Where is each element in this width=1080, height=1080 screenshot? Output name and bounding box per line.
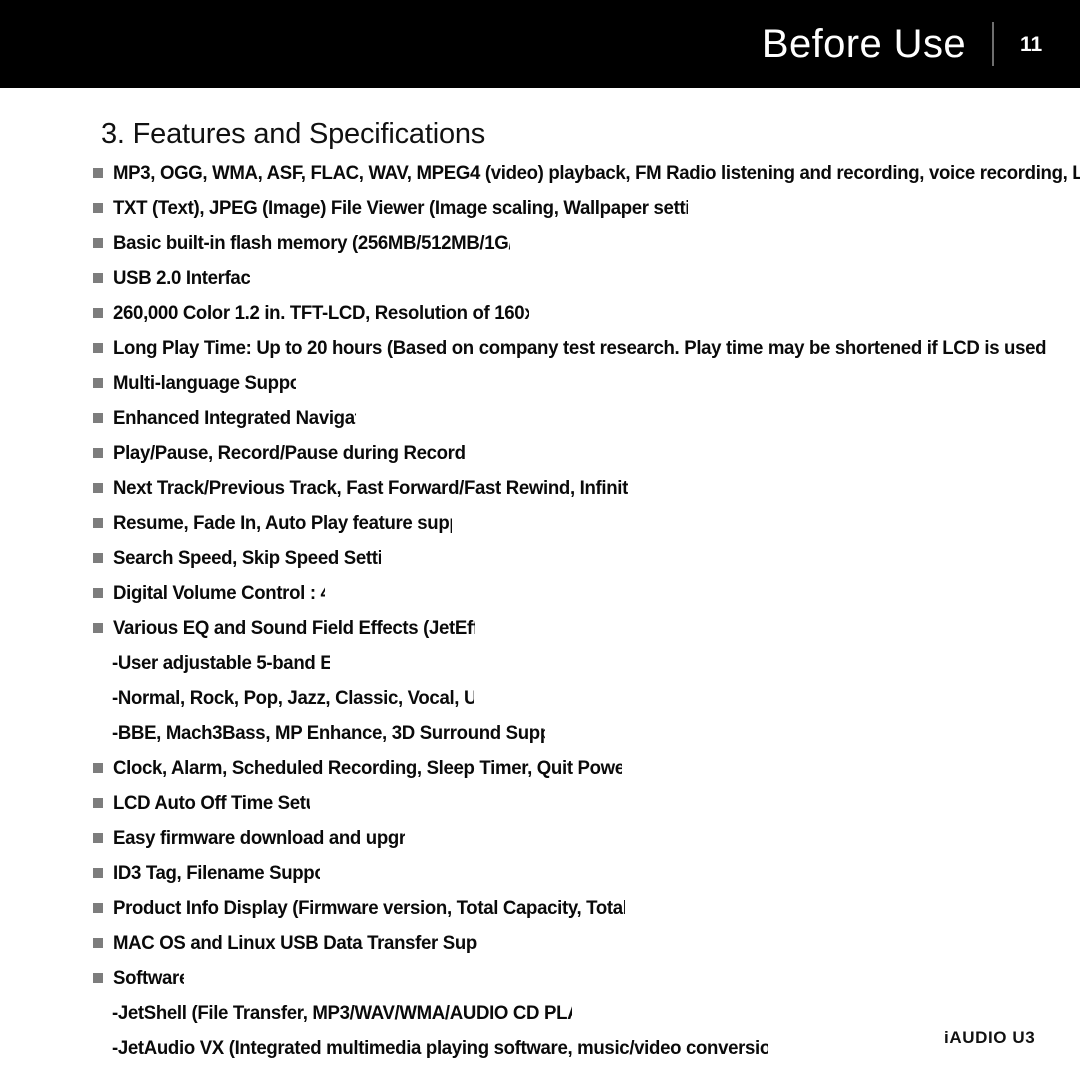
text-clip-region: TXT (Text), JPEG (Image) File Viewer (Im… [0,191,688,226]
footer-product-name: iAUDIO U3 [944,1028,1036,1047]
text-clip-region: Multi-language Support [0,366,296,401]
feature-list-item: MP3, OGG, WMA, ASF, FLAC, WAV, MPEG4 (vi… [0,156,1080,191]
feature-list-item-label: Product Info Display (Firmware version, … [113,897,625,919]
text-clip-region: -JetAudio VX (Integrated multimedia play… [0,1031,768,1066]
text-clip-region: Various EQ and Sound Field Effects (JetE… [0,611,475,646]
text-clip-region: Clock, Alarm, Scheduled Recording, Sleep… [0,751,622,786]
feature-list-item-label: Next Track/Previous Track, Fast Forward/… [113,477,628,499]
feature-list-item-label: MAC OS and Linux USB Data Transfer Suppo… [113,932,478,954]
feature-list-item-label: Play/Pause, Record/Pause during Record [113,442,466,464]
feature-sub-item: -BBE, Mach3Bass, MP Enhance, 3D Surround… [0,716,1080,751]
feature-list-item-label: LCD Auto Off Time Setup [113,792,310,814]
feature-list-item: Basic built-in flash memory (256MB/512MB… [0,226,1080,261]
page-number: 11 [1020,32,1043,56]
text-clip-region: -BBE, Mach3Bass, MP Enhance, 3D Surround… [0,716,545,751]
text-clip-region: Resume, Fade In, Auto Play feature suppo… [0,506,452,541]
feature-list-item: 260,000 Color 1.2 in. TFT-LCD, Resolutio… [0,296,1080,331]
feature-list-item: TXT (Text), JPEG (Image) File Viewer (Im… [0,191,1080,226]
feature-list-item-label: USB 2.0 Interface [113,267,250,289]
feature-list-item-label: Long Play Time: Up to 20 hours (Based on… [113,337,1047,359]
text-clip-region: Basic built-in flash memory (256MB/512MB… [0,226,510,261]
feature-list-item-label: Digital Volume Control : 40 levels [113,582,325,604]
text-clip-region: Enhanced Integrated Navigator [0,401,356,436]
feature-list-item: Various EQ and Sound Field Effects (JetE… [0,611,1080,646]
section-title: 3. Features and Specifications [101,118,486,150]
feature-list-item-label: TXT (Text), JPEG (Image) File Viewer (Im… [113,197,688,219]
text-clip-region: Long Play Time: Up to 20 hours (Based on… [0,331,1080,366]
feature-list-item-label: 260,000 Color 1.2 in. TFT-LCD, Resolutio… [113,302,529,324]
text-clip-region: -Normal, Rock, Pop, Jazz, Classic, Vocal… [0,681,474,716]
feature-list-item: Clock, Alarm, Scheduled Recording, Sleep… [0,751,1080,786]
feature-sub-item-label: -JetAudio VX (Integrated multimedia play… [112,1037,768,1059]
text-clip-region: LCD Auto Off Time Setup [0,786,310,821]
feature-list-item: Product Info Display (Firmware version, … [0,891,1080,926]
feature-list-item-label: Basic built-in flash memory (256MB/512MB… [113,232,510,254]
text-clip-region: -User adjustable 5-band EQ [0,646,330,681]
feature-list-item: LCD Auto Off Time Setup [0,786,1080,821]
feature-list-item: Search Speed, Skip Speed Setting [0,541,1080,576]
feature-list-item: Resume, Fade In, Auto Play feature suppo… [0,506,1080,541]
feature-list-item-label: Software [113,967,184,989]
header-divider [992,22,994,66]
feature-sub-item-label: -User adjustable 5-band EQ [112,652,330,674]
feature-list-item: MAC OS and Linux USB Data Transfer Suppo… [0,926,1080,961]
text-clip-region: Easy firmware download and upgrade [0,821,405,856]
feature-list-item: Multi-language Support [0,366,1080,401]
feature-list-item-label: ID3 Tag, Filename Support [113,862,320,884]
text-clip-region: 260,000 Color 1.2 in. TFT-LCD, Resolutio… [0,296,529,331]
feature-list-item-label: MP3, OGG, WMA, ASF, FLAC, WAV, MPEG4 (vi… [113,162,1080,184]
feature-list-item: Software [0,961,1080,996]
feature-list-item-label: Easy firmware download and upgrade [113,827,405,849]
text-clip-region: Software [0,961,184,996]
text-clip-region: Next Track/Previous Track, Fast Forward/… [0,471,628,506]
text-clip-region: Digital Volume Control : 40 levels [0,576,325,611]
text-clip-region: -JetShell (File Transfer, MP3/WAV/WMA/AU… [0,996,572,1031]
feature-sub-item: -JetShell (File Transfer, MP3/WAV/WMA/AU… [0,996,1080,1031]
page-content: 3. Features and Specifications MP3, OGG,… [0,88,1080,1080]
feature-list-item-label: Enhanced Integrated Navigator [113,407,356,429]
feature-sub-item-label: -JetShell (File Transfer, MP3/WAV/WMA/AU… [112,1002,572,1024]
feature-sub-item: -Normal, Rock, Pop, Jazz, Classic, Vocal… [0,681,1080,716]
feature-list-item: Easy firmware download and upgrade [0,821,1080,856]
feature-list-item-label: Multi-language Support [113,372,296,394]
feature-sub-item-label: -BBE, Mach3Bass, MP Enhance, 3D Surround… [112,722,545,744]
text-clip-region: Play/Pause, Record/Pause during Record [0,436,1080,471]
feature-list-item: ID3 Tag, Filename Support [0,856,1080,891]
page-header-bar: Before Use 11 [0,0,1080,88]
feature-list-item: USB 2.0 Interface [0,261,1080,296]
text-clip-region: MAC OS and Linux USB Data Transfer Suppo… [0,926,478,961]
feature-sub-item: -User adjustable 5-band EQ [0,646,1080,681]
feature-list: MP3, OGG, WMA, ASF, FLAC, WAV, MPEG4 (vi… [0,156,1080,1066]
feature-list-item-label: Various EQ and Sound Field Effects (JetE… [113,617,475,639]
feature-sub-item: -JetAudio VX (Integrated multimedia play… [0,1031,1080,1066]
text-clip-region: ID3 Tag, Filename Support [0,856,320,891]
feature-list-item: Digital Volume Control : 40 levels [0,576,1080,611]
text-clip-region: Product Info Display (Firmware version, … [0,891,625,926]
page-header-title: Before Use [761,22,966,66]
feature-list-item: Enhanced Integrated Navigator [0,401,1080,436]
feature-sub-item-label: -Normal, Rock, Pop, Jazz, Classic, Vocal… [112,687,474,709]
feature-list-item: Long Play Time: Up to 20 hours (Based on… [0,331,1080,366]
feature-list-item: Next Track/Previous Track, Fast Forward/… [0,471,1080,506]
text-clip-region: MP3, OGG, WMA, ASF, FLAC, WAV, MPEG4 (vi… [0,156,1080,191]
feature-list-item-label: Clock, Alarm, Scheduled Recording, Sleep… [113,757,622,779]
text-clip-region: USB 2.0 Interface [0,261,250,296]
feature-list-item-label: Resume, Fade In, Auto Play feature suppo… [113,512,452,534]
feature-list-item-label: Search Speed, Skip Speed Setting [113,547,381,569]
feature-list-item: Play/Pause, Record/Pause during Record [0,436,1080,471]
text-clip-region: Search Speed, Skip Speed Setting [0,541,381,576]
